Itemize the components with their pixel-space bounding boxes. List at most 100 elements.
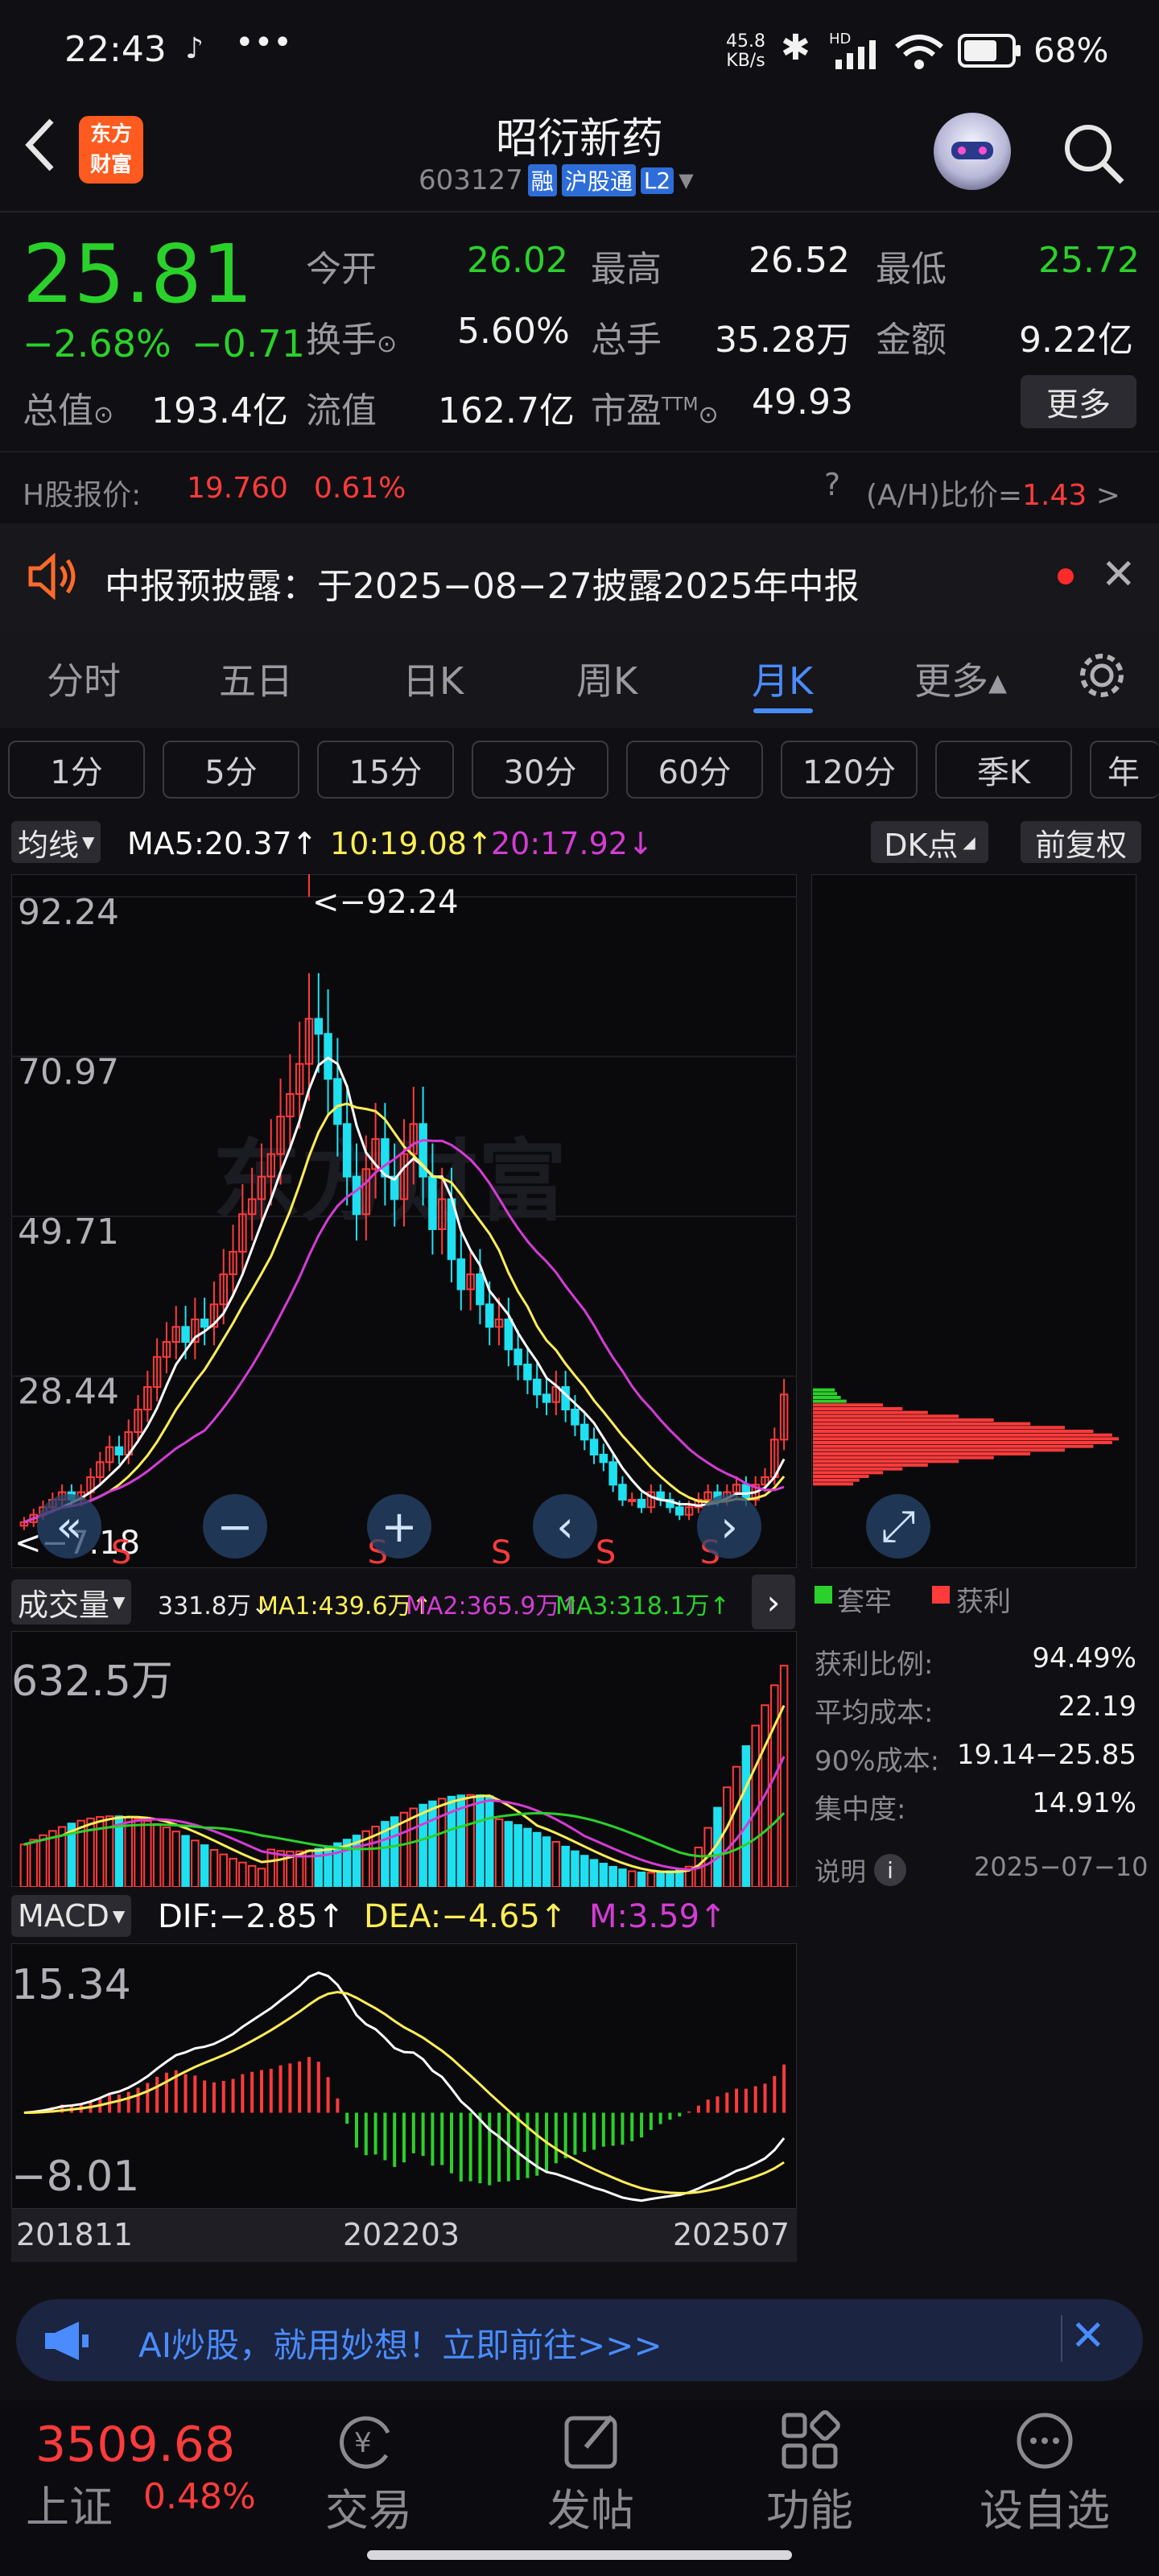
period-30min[interactable]: 30分 <box>472 741 608 799</box>
chip-bar <box>813 1433 1112 1437</box>
volume-ma3-legend: MA3:318.1万↑ <box>555 1592 730 1620</box>
ah-ratio[interactable]: (A/H)比价=1.43 > <box>866 472 1120 514</box>
turnover-value: 5.60% <box>457 311 570 352</box>
pe-label[interactable]: 市盈TTM⊙ <box>591 382 719 433</box>
ma5-legend: MA5:20.37↑ <box>127 826 318 861</box>
chip-bar <box>813 1429 1094 1433</box>
ma-selector[interactable]: 均线 ▼ <box>11 821 101 863</box>
stat-label: 90%成本: <box>815 1745 940 1777</box>
candle-body <box>504 1318 514 1351</box>
speaker-icon <box>28 552 76 601</box>
tab-daily[interactable]: 日K <box>402 652 464 705</box>
candle-body <box>628 1499 637 1503</box>
volume-bar <box>181 1835 190 1887</box>
candle-body <box>599 1453 608 1463</box>
adjust-selector[interactable]: 前复权 <box>1021 821 1141 863</box>
chip-note-link[interactable]: 说明 i <box>815 1852 907 1889</box>
chip-bar <box>813 1422 1031 1426</box>
corner-triangle-icon: ◢ <box>963 832 975 852</box>
macd-selector[interactable]: MACD ▼ <box>11 1895 132 1937</box>
chip-bar <box>813 1440 1112 1444</box>
chip-bar <box>813 1467 903 1471</box>
nav-post[interactable]: 发帖 <box>510 2475 671 2538</box>
volume-selector[interactable]: 成交量 ▼ <box>11 1579 132 1624</box>
float-label: 流值 <box>306 390 377 431</box>
info-icon: ⊙ <box>93 401 114 429</box>
mcap-label[interactable]: 总值⊙ <box>23 382 113 433</box>
expand-icon[interactable]: ⤢ <box>866 1494 930 1558</box>
pan-left-fast-icon[interactable]: « <box>37 1494 101 1558</box>
banner-close-icon[interactable]: ✕ <box>1070 2312 1106 2360</box>
nav-trade[interactable]: 交易 <box>288 2475 449 2538</box>
period-120min[interactable]: 120分 <box>781 741 918 799</box>
float-value: 162.7亿 <box>438 390 575 431</box>
mcap-label-text: 总值 <box>23 390 93 431</box>
close-icon[interactable]: ✕ <box>1101 551 1136 599</box>
candle-body <box>618 1484 627 1501</box>
volume-bar <box>324 1845 332 1887</box>
tab-5day[interactable]: 五日 <box>219 652 293 705</box>
more-dots-icon: ••• <box>235 24 292 61</box>
stock-code-row[interactable]: 603127 融 沪股通 L2 ▼ <box>419 164 694 196</box>
more-button[interactable]: 更多 <box>1021 375 1136 428</box>
info-icon: ⊙ <box>377 330 398 358</box>
profit-swatch <box>932 1586 950 1604</box>
search-icon[interactable] <box>1059 119 1127 187</box>
stock-code: 603127 <box>419 164 523 196</box>
period-quarterly[interactable]: 季K <box>935 741 1072 799</box>
period-yearly[interactable]: 年 <box>1090 741 1159 799</box>
y-axis-tick: 28.44 <box>18 1372 119 1413</box>
low-value: 25.72 <box>1038 240 1140 281</box>
candle-body <box>675 1506 684 1516</box>
chip-bar <box>813 1418 994 1422</box>
volume-bar <box>589 1859 599 1887</box>
index-value[interactable]: 3509.68 <box>35 2417 235 2473</box>
volume-bar <box>599 1863 608 1887</box>
banner-divider <box>1061 2315 1062 2362</box>
volume-bar <box>741 1745 751 1887</box>
volume-bar <box>637 1871 646 1887</box>
settings-gear-icon[interactable] <box>1075 649 1128 702</box>
expand-legend-button[interactable]: › <box>752 1575 795 1629</box>
dk-selector[interactable]: DK点 ◢ <box>871 821 988 863</box>
nav-features[interactable]: 功能 <box>729 2475 890 2538</box>
period-60min[interactable]: 60分 <box>626 741 763 799</box>
turnover-label[interactable]: 换手⊙ <box>306 311 397 362</box>
period-15min[interactable]: 15分 <box>317 741 454 799</box>
margin-badge: 融 <box>527 164 557 196</box>
tab-more[interactable]: 更多▴ <box>914 652 1007 705</box>
ah-ratio-label: (A/H)比价= <box>866 479 1023 512</box>
robot-assistant-icon[interactable] <box>934 113 1011 190</box>
zoom-out-button[interactable]: − <box>203 1494 267 1558</box>
stat-value: 94.49% <box>1032 1642 1136 1674</box>
svg-text:¥: ¥ <box>354 2427 372 2459</box>
zoom-in-button[interactable]: + <box>367 1494 431 1558</box>
tab-monthly[interactable]: 月K <box>752 652 813 705</box>
period-5min[interactable]: 5分 <box>163 741 299 799</box>
time-axis-start: 201811 <box>16 2217 134 2252</box>
period-1min[interactable]: 1分 <box>8 741 145 799</box>
tab-weekly[interactable]: 周K <box>576 652 637 705</box>
kline-chart[interactable]: 东方财富 92.2470.9749.7128.44<−92.24<−7.18SS… <box>11 874 797 1568</box>
dk-label: DK点 <box>884 827 959 863</box>
chip-bar <box>813 1451 1031 1455</box>
pan-right-button[interactable]: › <box>697 1494 761 1558</box>
volume-bar <box>532 1831 542 1887</box>
time-axis-end: 202507 <box>673 2217 790 2252</box>
volume-value: 35.28万 <box>715 320 852 361</box>
pan-left-button[interactable]: ‹ <box>533 1494 597 1558</box>
chip-distribution-chart[interactable] <box>811 874 1136 1568</box>
sell-signal: S <box>491 1534 511 1568</box>
nav-add-watchlist[interactable]: 设自选 <box>964 2475 1125 2538</box>
candle-body <box>523 1363 532 1381</box>
amount-value: 9.22亿 <box>1019 320 1133 361</box>
volume-bar <box>608 1865 617 1887</box>
dif-legend: DIF:−2.85↑ <box>158 1898 345 1935</box>
chip-bar <box>813 1392 838 1396</box>
bluetooth-icon: ✱ <box>781 27 810 68</box>
index-name: 上证 <box>26 2482 113 2533</box>
volume-bar <box>656 1871 665 1887</box>
y-axis-tick: 70.97 <box>18 1052 119 1093</box>
tab-intraday[interactable]: 分时 <box>47 652 121 705</box>
chip-bar <box>813 1478 860 1482</box>
